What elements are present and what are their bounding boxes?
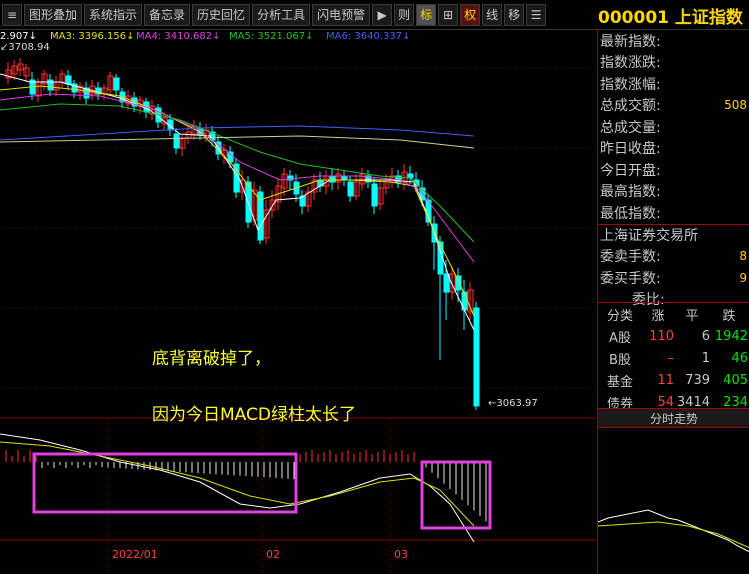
flash-alert-button[interactable]: 闪电预警 — [312, 3, 371, 26]
candle-down — [347, 181, 354, 197]
quote-row-low: 最低指数: — [600, 205, 661, 222]
high-price-tag: ↙3708.94 — [0, 42, 50, 53]
ma6-value: MA6: 3640.337↓ — [326, 31, 411, 42]
indicator-button[interactable]: 系统指示 — [84, 3, 143, 26]
annotation-line-2: 因为今日MACD绿柱太长了 — [152, 405, 356, 425]
ma3-value: MA3: 3396.156↓ — [50, 31, 135, 42]
kline-chart[interactable]: 2.907↓ MA3: 3396.156↓ MA4: 3410.682↓ MA5… — [0, 30, 596, 574]
quote-row-high: 最高指数: — [600, 184, 661, 201]
quote-row-latest: 最新指数: — [600, 33, 661, 50]
minute-avg-line — [598, 521, 749, 549]
quote-row-open: 今日开盘: — [600, 162, 661, 179]
play-icon[interactable]: ▶ — [372, 3, 393, 26]
history-button[interactable]: 历史回忆 — [192, 3, 251, 26]
candle-down — [473, 307, 480, 407]
ma-line-0 — [0, 73, 475, 331]
list-icon[interactable]: ☰ — [526, 3, 547, 26]
memo-button[interactable]: 备忘录 — [144, 3, 191, 26]
menu-icon[interactable]: ≡ — [2, 3, 22, 26]
candle-down — [371, 183, 378, 207]
analysis-tools-button[interactable]: 分析工具 — [252, 3, 311, 26]
date-label-mar: 03 — [394, 548, 408, 561]
rise-fall-table: 分类 涨 平 跌 A股 110 6 1942 B股 – 1 46 基金 11 7… — [598, 302, 749, 413]
candle-down — [173, 133, 180, 149]
table-row: 基金 11 739 405 — [606, 372, 748, 390]
candle-down — [329, 175, 336, 183]
overlay-button[interactable]: 图形叠加 — [24, 3, 83, 26]
mini-button-xian[interactable]: 线 — [482, 3, 503, 26]
ma-line-4 — [0, 125, 475, 141]
minute-chart[interactable] — [598, 430, 749, 574]
macd-highlight-box-left — [32, 452, 298, 514]
mini-button-biao[interactable]: 标 — [416, 3, 437, 26]
index-title: 000001 上证指数 — [598, 8, 743, 28]
plus-icon[interactable]: ⊞ — [438, 3, 459, 26]
low-price-value: 3063.97 — [496, 398, 538, 409]
quote-row-change: 指数涨跌: — [600, 55, 661, 72]
annotation-line-1: 底背离破掉了， — [152, 349, 271, 369]
ma-line-5 — [0, 135, 475, 149]
quote-row-buy-lots: 委买手数: 9 — [600, 270, 747, 287]
mini-button-quan[interactable]: 权 — [460, 3, 481, 26]
candle-down — [407, 173, 414, 179]
date-label-feb: 02 — [266, 548, 280, 561]
quote-row-prev-close: 昨日收盘: — [600, 141, 661, 158]
mini-button-ze[interactable]: 则 — [394, 3, 415, 26]
candle-down — [113, 77, 120, 91]
quote-row-turnover: 总成交额: 508 — [600, 98, 747, 115]
date-label-jan: 2022/01 — [112, 548, 158, 561]
table-row: A股 110 6 1942 — [609, 328, 748, 346]
candle-down — [65, 75, 72, 85]
quote-panel: 最新指数: 指数涨跌: 指数涨幅: 总成交额: 508 总成交量: 昨日收盘: 今… — [597, 30, 749, 574]
quote-row-change-pct: 指数涨幅: — [600, 76, 661, 93]
ma-line-1 — [0, 85, 475, 317]
candle-down — [341, 175, 348, 181]
minute-chart-button[interactable]: 分时走势 — [598, 408, 749, 428]
ma4-value: MA4: 3410.682↓ — [136, 31, 221, 42]
low-price-tag: ←3063.97 — [488, 398, 538, 409]
minute-price-line — [598, 509, 749, 553]
rise-fall-header: 分类 涨 平 跌 — [606, 308, 736, 324]
quote-row-sell-lots: 委卖手数: 8 — [600, 249, 747, 266]
quote-row-volume: 总成交量: — [600, 119, 661, 136]
table-row: B股 – 1 46 — [609, 350, 748, 368]
kline-canvas[interactable] — [0, 30, 596, 574]
ma5-value: MA5: 3521.067↓ — [229, 31, 314, 42]
exchange-name: 上海证券交易所 — [598, 223, 749, 246]
high-price-value: 3708.94 — [8, 42, 50, 53]
candle-down — [443, 273, 450, 293]
ma-value-0: 2.907↓ — [0, 31, 38, 42]
mini-button-yi[interactable]: 移 — [504, 3, 525, 26]
